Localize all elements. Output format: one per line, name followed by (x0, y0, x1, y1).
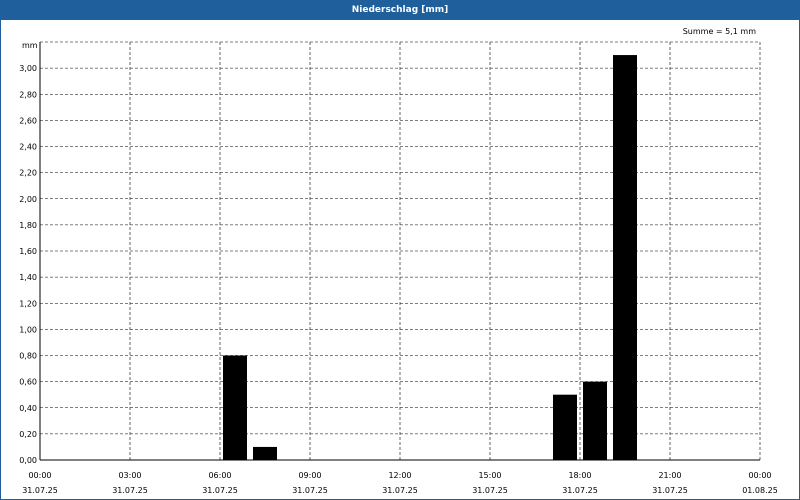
x-tick-time: 00:00 (748, 471, 771, 480)
y-tick-label: 0,80 (19, 352, 37, 361)
y-tick-label: 2,00 (19, 195, 37, 204)
x-tick-time: 15:00 (478, 471, 501, 480)
x-tick-date: 31.07.25 (472, 486, 508, 495)
grid-lines (40, 41, 761, 460)
y-tick-label: 2,20 (19, 169, 37, 178)
x-tick-date: 31.07.25 (652, 486, 688, 495)
y-tick-label: 0,40 (19, 404, 37, 413)
y-tick-label: 1,20 (19, 299, 37, 308)
x-tick-time: 21:00 (658, 471, 681, 480)
x-tick-date: 31.07.25 (382, 486, 418, 495)
x-tick-time: 09:00 (298, 471, 321, 480)
y-tick-label: 1,00 (19, 325, 37, 334)
y-tick-label: 1,60 (19, 247, 37, 256)
sum-annotation: Summe = 5,1 mm (683, 27, 757, 36)
bar (583, 381, 607, 460)
y-axis-unit: mm (22, 41, 38, 50)
x-tick-date: 31.07.25 (562, 486, 598, 495)
x-tick-time: 03:00 (118, 471, 141, 480)
y-tick-label: 0,20 (19, 430, 37, 439)
x-tick-date: 31.07.25 (22, 486, 58, 495)
x-tick-date: 31.07.25 (202, 486, 238, 495)
x-tick-time: 00:00 (28, 471, 51, 480)
x-tick-date: 01.08.25 (742, 486, 778, 495)
y-tick-label: 0,60 (19, 378, 37, 387)
y-tick-label: 1,40 (19, 273, 37, 282)
x-tick-date: 31.07.25 (292, 486, 328, 495)
x-tick-time: 06:00 (208, 471, 231, 480)
y-tick-label: 3,00 (19, 64, 37, 73)
bar-series (223, 55, 637, 460)
y-tick-label: 0,00 (19, 456, 37, 465)
y-tick-label: 1,80 (19, 221, 37, 230)
bar (253, 446, 277, 460)
precipitation-chart: 0,00 0,20 0,40 0,60 0,80 1,00 1,20 1,40 1,60 1,80… (19, 27, 778, 495)
x-tick-time: 12:00 (388, 471, 411, 480)
y-tick-label: 2,60 (19, 116, 37, 125)
y-tick-label: 2,80 (19, 90, 37, 99)
bar (553, 394, 577, 460)
x-tick-time: 18:00 (568, 471, 591, 480)
bar (223, 355, 247, 460)
x-tick-labels: 00:00 31.07.25 03:00 31.07.25 06:00 31.07.25 0… (22, 471, 778, 495)
y-tick-label: 2,40 (19, 143, 37, 152)
x-tick-date: 31.07.25 (112, 486, 148, 495)
y-tick-labels: 0,00 0,20 0,40 0,60 0,80 1,00 1,20 1,40 1,60 1,80… (19, 64, 37, 465)
bar (613, 55, 637, 460)
